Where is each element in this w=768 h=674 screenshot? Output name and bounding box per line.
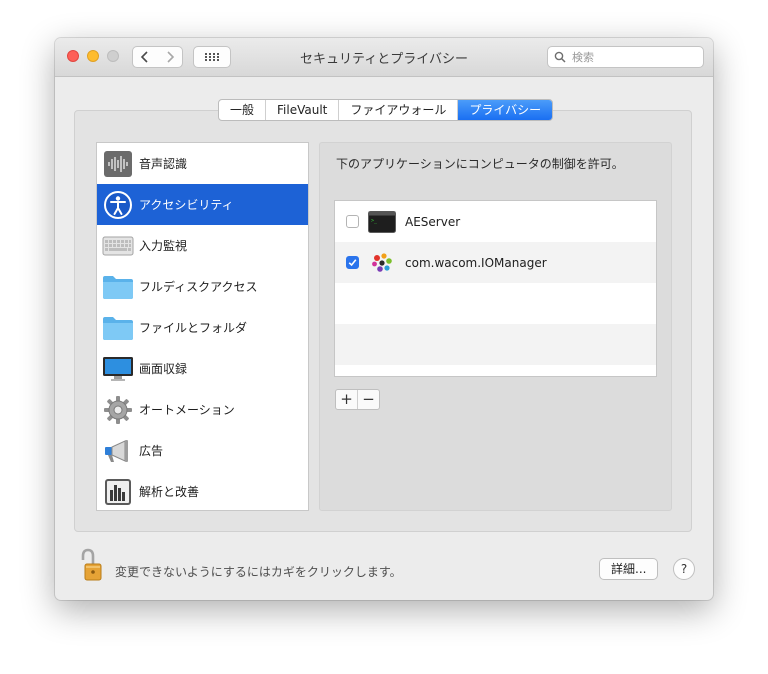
svg-text:>_: >_	[371, 218, 378, 224]
privacy-category-list[interactable]: 音声認識 アクセシビリティ 入力監視 フルディスクアクセス ファイルとフォルダ …	[96, 142, 309, 511]
sidebar-item-automation[interactable]: オートメーション	[97, 389, 308, 430]
accessibility-detail-pane: 下のアプリケーションにコンピュータの制御を許可。 >_ AEServer com…	[319, 142, 672, 511]
pane-heading: 下のアプリケーションにコンピュータの制御を許可。	[336, 157, 624, 171]
window-title: セキュリティとプライバシー	[300, 52, 468, 67]
checkmark-icon	[348, 259, 357, 267]
sidebar-item-label: 画面収録	[139, 362, 188, 376]
folder-icon	[102, 312, 134, 344]
app-row-wacom-iomanager[interactable]: com.wacom.IOManager	[335, 242, 656, 283]
list-item	[335, 324, 656, 365]
preferences-window: セキュリティとプライバシー 検索 音声認識 アクセシビリティ 入力監視 フルディ…	[55, 38, 713, 600]
lock-icon[interactable]	[80, 548, 102, 582]
sidebar-item-label: 解析と改善	[139, 485, 200, 499]
sidebar-item-screen-recording[interactable]: 画面収録	[97, 348, 308, 389]
sidebar-item-label: 広告	[139, 444, 164, 458]
app-checkbox-wacom-iomanager[interactable]	[346, 256, 359, 269]
grid-icon	[205, 53, 219, 61]
sidebar-item-speech-recognition[interactable]: 音声認識	[97, 143, 308, 184]
keyboard-icon	[102, 230, 134, 262]
privacy-panel: 音声認識 アクセシビリティ 入力監視 フルディスクアクセス ファイルとフォルダ …	[74, 110, 692, 532]
back-button[interactable]	[132, 46, 158, 68]
forward-button[interactable]	[157, 46, 183, 68]
tab-firewall[interactable]: ファイアウォール	[339, 100, 459, 120]
app-name: com.wacom.IOManager	[405, 255, 547, 270]
megaphone-icon	[102, 435, 134, 467]
waveform-icon	[102, 148, 134, 180]
minimize-button[interactable]	[87, 50, 99, 62]
sidebar-item-label: フルディスクアクセス	[139, 280, 258, 294]
app-row-aeserver[interactable]: >_ AEServer	[335, 201, 656, 242]
folder-icon	[102, 271, 134, 303]
advanced-button[interactable]: 詳細...	[599, 558, 659, 580]
sidebar-item-files-and-folders[interactable]: ファイルとフォルダ	[97, 307, 308, 348]
chevron-left-icon	[140, 51, 148, 63]
list-item	[335, 283, 656, 324]
sidebar-item-advertising[interactable]: 広告	[97, 430, 308, 471]
sidebar-item-analytics[interactable]: 解析と改善	[97, 471, 308, 510]
add-app-button[interactable]: +	[336, 390, 358, 409]
tab-general[interactable]: 一般	[219, 100, 267, 120]
sidebar-item-input-monitoring[interactable]: 入力監視	[97, 225, 308, 266]
tab-privacy[interactable]: プライバシー	[458, 100, 553, 120]
allowed-apps-list[interactable]: >_ AEServer com.wacom.IOManager	[334, 200, 657, 377]
sidebar-item-label: オートメーション	[139, 403, 235, 417]
bar-chart-icon	[102, 476, 134, 508]
sidebar-item-label: アクセシビリティ	[139, 198, 234, 212]
app-name: AEServer	[405, 214, 461, 229]
show-all-button[interactable]	[193, 46, 231, 68]
close-button[interactable]	[67, 50, 79, 62]
accessibility-icon	[102, 189, 134, 221]
chevron-right-icon	[166, 51, 174, 63]
zoom-button[interactable]	[107, 50, 119, 62]
sidebar-item-accessibility[interactable]: アクセシビリティ	[97, 184, 308, 225]
title-bar: セキュリティとプライバシー	[55, 38, 713, 77]
sidebar-item-label: 入力監視	[139, 239, 188, 253]
sidebar-item-label: ファイルとフォルダ	[139, 321, 248, 335]
sidebar-item-full-disk-access[interactable]: フルディスクアクセス	[97, 266, 308, 307]
terminal-icon: >_	[368, 209, 396, 235]
display-icon	[102, 353, 134, 385]
gear-icon	[102, 394, 134, 426]
wacom-icon	[368, 250, 396, 276]
tab-filevault[interactable]: FileVault	[266, 100, 340, 120]
remove-app-button[interactable]: −	[358, 390, 379, 409]
search-field[interactable]	[547, 46, 704, 68]
app-checkbox-aeserver[interactable]	[346, 215, 359, 228]
search-icon	[554, 51, 566, 63]
help-button[interactable]: ?	[673, 558, 695, 580]
lock-hint-text: 変更できないようにするにはカギをクリックします。	[115, 565, 402, 579]
sidebar-item-label: 音声認識	[139, 157, 188, 171]
add-remove-control: + −	[335, 389, 380, 410]
search-input[interactable]	[570, 49, 694, 65]
tab-bar: 一般 FileVault ファイアウォール プライバシー	[218, 99, 554, 121]
